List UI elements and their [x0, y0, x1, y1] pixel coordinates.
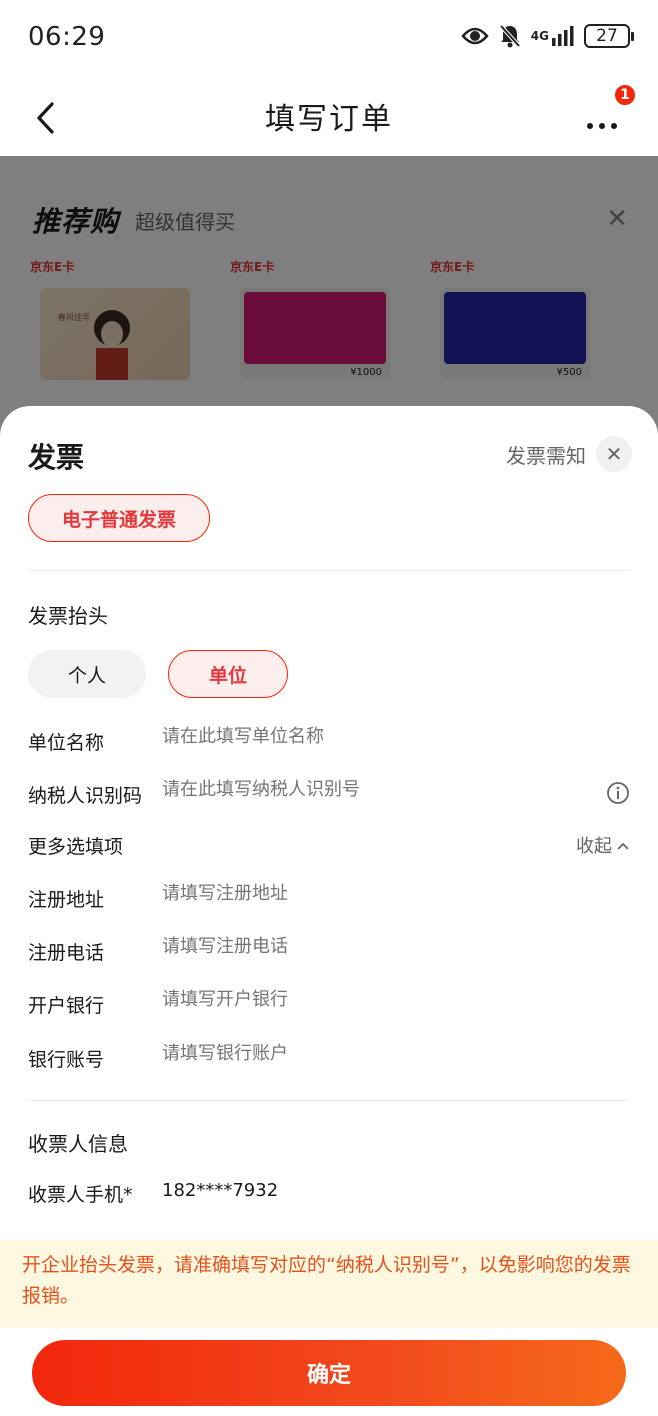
battery-icon: 27 — [584, 24, 634, 48]
info-icon[interactable] — [606, 781, 630, 805]
bank-label: 开户银行 — [28, 995, 105, 1017]
divider — [28, 1100, 630, 1101]
tax-id-input[interactable] — [162, 779, 582, 800]
invoice-header-section: 发票抬头 — [28, 604, 108, 628]
status-icons: 4G 27 — [461, 24, 634, 48]
eye-icon — [461, 26, 489, 46]
sheet-title: 发票 — [28, 441, 85, 474]
nav-bar: 填写订单 1 — [0, 78, 658, 156]
signal-icon: 4G — [531, 26, 574, 46]
recipient-section: 收票人信息 — [28, 1132, 128, 1156]
header-option-personal[interactable]: 个人 — [28, 650, 146, 698]
recipient-phone-label: 收票人手机* — [28, 1184, 133, 1206]
confirm-button[interactable]: 确定 — [32, 1340, 626, 1406]
notification-badge: 1 — [614, 84, 636, 106]
bank-account-label: 银行账号 — [28, 1049, 105, 1071]
network-type: 4G — [530, 28, 549, 43]
company-name-input[interactable] — [162, 726, 582, 747]
reg-address-label: 注册地址 — [28, 889, 105, 911]
status-time: 06:29 — [28, 22, 106, 52]
close-icon[interactable]: ✕ — [596, 436, 632, 472]
mute-bell-icon — [499, 24, 521, 48]
divider — [28, 570, 630, 571]
battery-level: 27 — [596, 26, 618, 46]
invoice-notice-link[interactable]: 发票需知 — [506, 440, 586, 469]
collapse-toggle[interactable]: 收起 — [576, 832, 630, 858]
reg-phone-input[interactable] — [162, 936, 582, 957]
recipient-phone-value[interactable]: 182****7932 — [162, 1180, 278, 1201]
reg-phone-label: 注册电话 — [28, 942, 105, 964]
page-title: 填写订单 — [265, 102, 393, 137]
tax-id-label: 纳税人识别码 — [28, 785, 143, 807]
invoice-type-chip[interactable]: 电子普通发票 — [28, 494, 210, 542]
chevron-up-icon — [616, 835, 630, 856]
warning-banner: 开企业抬头发票，请准确填写对应的“纳税人识别号”，以免影响您的发票报销。 — [0, 1240, 658, 1328]
bank-input[interactable] — [162, 989, 582, 1010]
status-bar: 06:29 4G 27 — [0, 0, 658, 78]
reg-address-input[interactable] — [162, 883, 582, 904]
more-options-label: 更多选填项 — [28, 836, 124, 858]
bank-account-input[interactable] — [162, 1043, 582, 1064]
collapse-label: 收起 — [576, 836, 612, 857]
invoice-sheet: 发票 发票需知 ✕ 电子普通发票 发票抬头 个人 单位 单位名称 纳税人识别码 … — [0, 406, 658, 1416]
company-name-label: 单位名称 — [28, 732, 105, 754]
header-option-company[interactable]: 单位 — [168, 650, 288, 698]
